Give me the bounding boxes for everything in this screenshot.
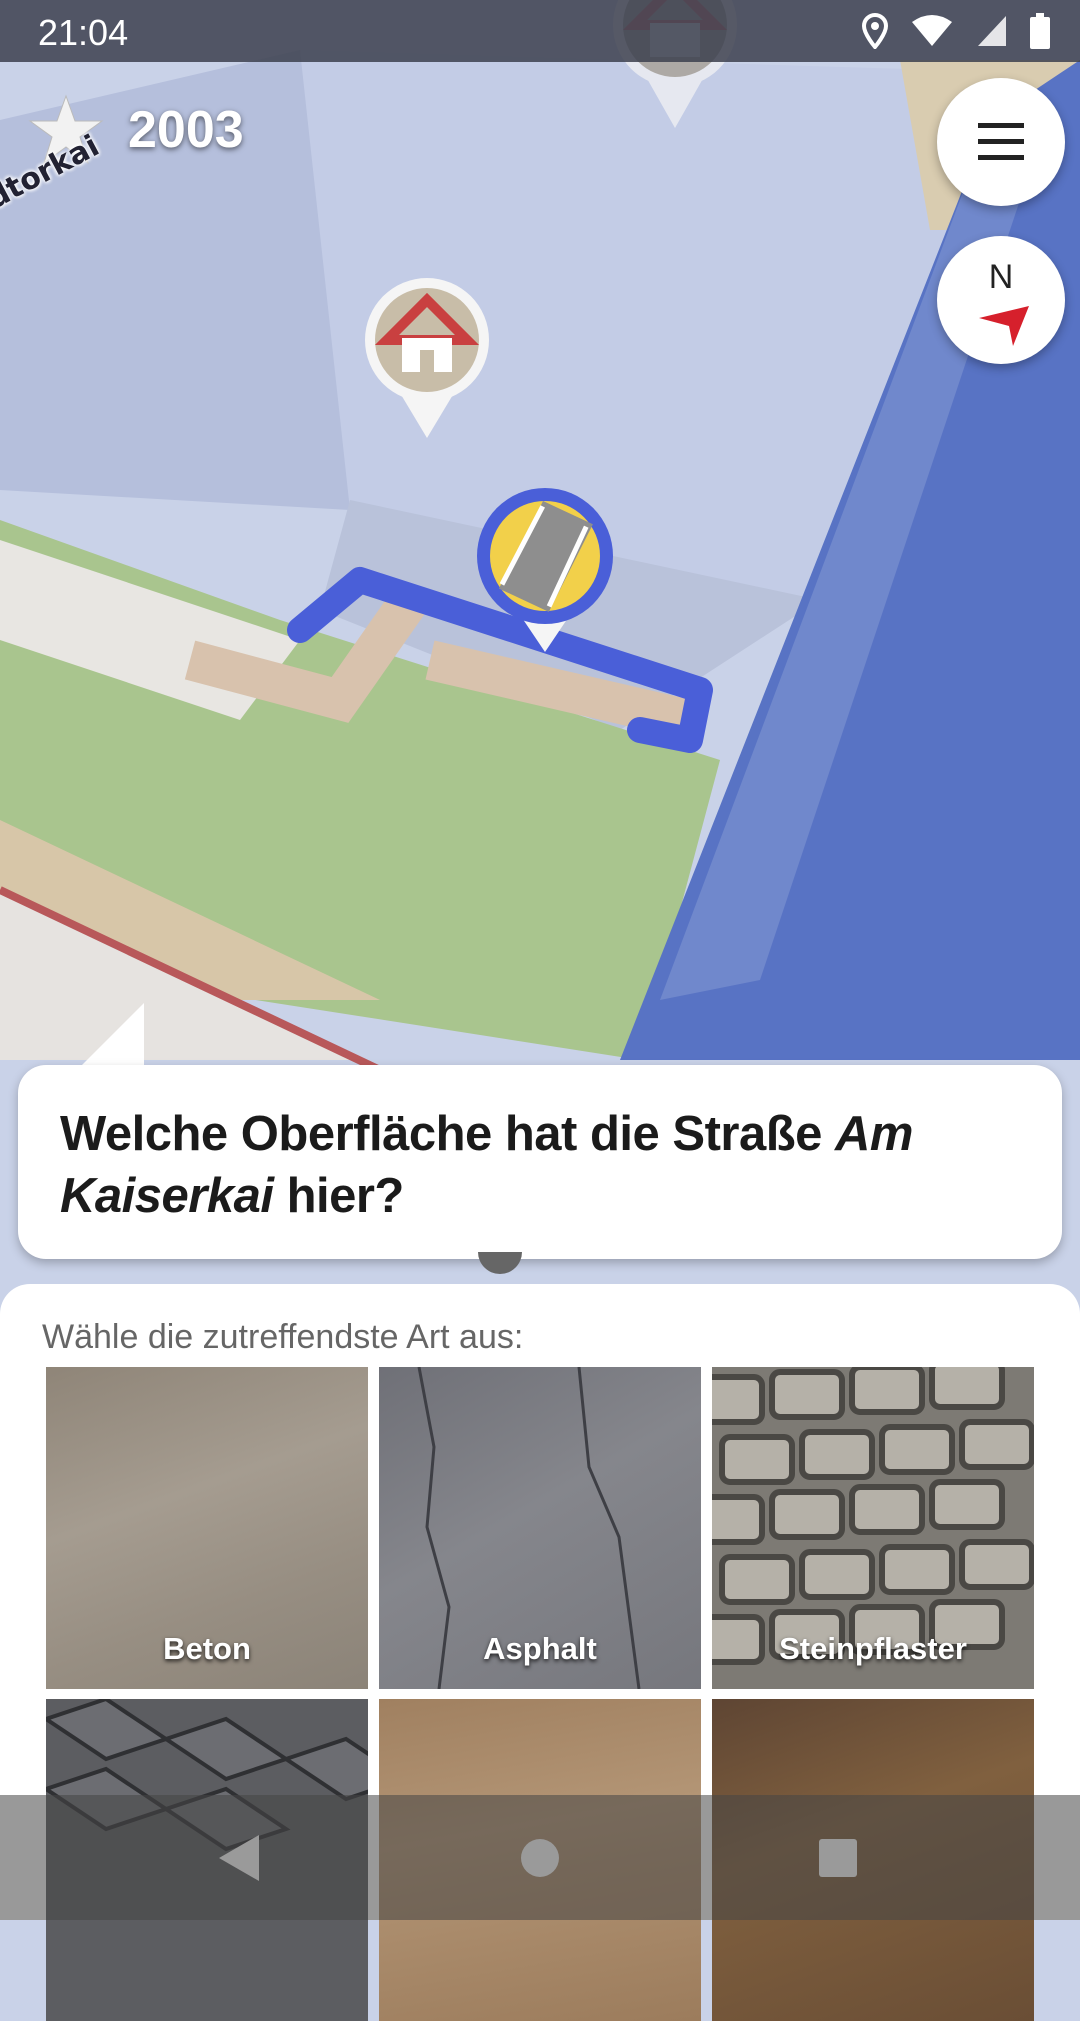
signal-icon <box>978 16 1006 46</box>
hamburger-menu-icon <box>978 123 1024 160</box>
compass-button[interactable]: N <box>937 236 1065 364</box>
compass-arrow-icon <box>979 306 1029 346</box>
wifi-icon <box>912 15 952 46</box>
answer-hint: Wähle die zutreffendste Art aus: <box>42 1318 524 1356</box>
battery-icon <box>1030 13 1050 49</box>
question-suffix: hier? <box>273 1169 405 1223</box>
navigation-bar <box>0 1795 1080 1920</box>
option-asphalt[interactable]: Asphalt <box>379 1367 701 1689</box>
speech-bubble-tail <box>80 1003 144 1067</box>
status-icons <box>862 10 1050 52</box>
home-icon[interactable] <box>507 1825 573 1891</box>
question-prefix: Welche Oberfläche hat die Straße <box>60 1107 836 1161</box>
option-label: Steinpflaster <box>779 1631 967 1666</box>
recents-icon[interactable] <box>805 1825 871 1891</box>
option-steinpflaster[interactable]: Steinpflaster <box>712 1367 1034 1689</box>
back-icon[interactable] <box>205 1825 271 1891</box>
option-beton[interactable]: Beton <box>46 1367 368 1689</box>
location-icon <box>862 13 888 49</box>
option-label: Beton <box>163 1631 251 1666</box>
option-label: Asphalt <box>483 1631 597 1666</box>
status-bar: 21:04 <box>0 0 1080 62</box>
quest-question: Welche Oberfläche hat die Straße Am Kais… <box>60 1103 1020 1227</box>
score-value: 2003 <box>128 101 244 159</box>
quest-question-bubble: Welche Oberfläche hat die Straße Am Kais… <box>18 1065 1062 1259</box>
menu-button[interactable] <box>937 78 1065 206</box>
status-time: 21:04 <box>38 12 129 53</box>
